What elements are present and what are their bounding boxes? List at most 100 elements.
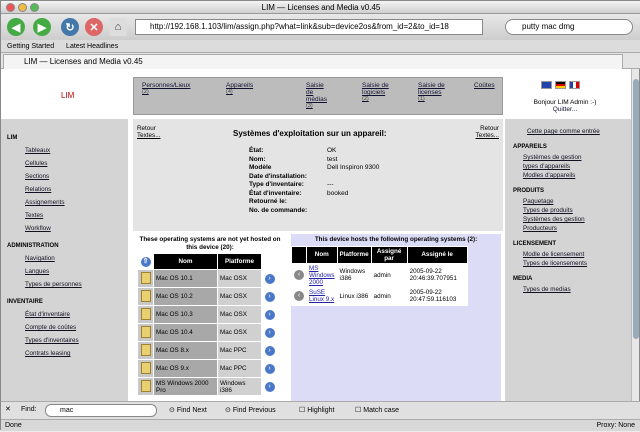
edit-icon[interactable] (137, 305, 154, 324)
home-page-link[interactable]: Cette page comme entrée (527, 127, 629, 136)
sidebar-link-cellules[interactable]: Cellules (25, 157, 122, 170)
sidebar-link-paquetage[interactable]: Paquetage (523, 197, 629, 206)
sidebar-link-relations[interactable]: Relations (25, 183, 122, 196)
nav-personnes-lieux[interactable]: Personnes/Lieux (2) (142, 82, 190, 96)
table-row: ‹ SuSE Linux 9.x Linux i386 admin 2005-09-22… (291, 286, 468, 306)
assign-arrow-icon[interactable]: › (261, 305, 278, 324)
sidebar-link-producteurs[interactable]: Producteurs (523, 224, 629, 233)
sidebar-link-etat-d-inventaire[interactable]: État d'inventaire (25, 308, 122, 321)
nav-saisie-medias[interactable]: Saisie de médias (3) (306, 82, 330, 110)
back-button[interactable]: ◀ (7, 18, 25, 36)
sidebar-link-tableaux[interactable]: Tableaux (25, 144, 122, 157)
table-row: Mac OS 10.4 Mac OSX › (137, 323, 278, 342)
bookmark-getting-started[interactable]: Getting Started (7, 43, 54, 50)
nav-saisie-logiciels[interactable]: Saisie de logiciels (2) (362, 82, 390, 103)
bookmark-latest-headlines[interactable]: Latest Headlines (66, 43, 118, 50)
unassign-arrow-icon[interactable]: ‹ (291, 262, 307, 288)
stop-button[interactable]: ✕ (85, 18, 103, 36)
edit-icon[interactable] (137, 359, 154, 378)
status-bar: Done Proxy: None (1, 419, 640, 431)
sidebar-link-types-de-licensements[interactable]: Types de licensements (523, 259, 629, 268)
sidebar-link-workflow[interactable]: Workflow (25, 222, 122, 235)
retour-right: Retour Textes... (475, 125, 499, 139)
field-label: No. de commande: (249, 206, 308, 214)
assign-arrow-icon[interactable]: › (261, 359, 278, 378)
search-field[interactable]: putty mac dmg (505, 19, 633, 35)
edit-icon[interactable] (137, 377, 154, 396)
field-label: État d'inventaire: (249, 189, 302, 197)
tab-bar: LIM — Licenses and Media v0.45 (1, 53, 640, 69)
textes-link-right[interactable]: Textes... (476, 132, 499, 139)
active-tab[interactable]: LIM — Licenses and Media v0.45 (3, 54, 623, 69)
table-row: ‹ MS Windows 2000 Windows i386 admin 2005-09… (291, 262, 468, 288)
os-name-link[interactable]: MS Windows 2000 (306, 262, 338, 288)
assign-arrow-icon[interactable]: › (261, 323, 278, 342)
assign-arrow-icon[interactable]: › (261, 377, 278, 396)
find-previous-button[interactable]: ⊙ Find Previous (225, 406, 276, 414)
assign-arrow-icon[interactable]: › (261, 269, 278, 288)
title-bar: LIM — Licenses and Media v0.45 (1, 1, 640, 14)
nav-saisie-licenses[interactable]: Saisie de licenses (1) (418, 82, 446, 103)
section-title: Inventaire (7, 299, 43, 305)
sidebar-link-systemes-des-gestion[interactable]: Systèmes des gestion (523, 215, 629, 224)
main-panel: Retour Textes... Retour Textes... Systèmes… (133, 119, 503, 401)
sidebar-link-types-de-personnes[interactable]: Types de personnes (25, 278, 122, 291)
table-row: Mac OS 10.3 Mac OSX › (137, 305, 278, 324)
flag-germany-icon[interactable] (555, 81, 566, 89)
sidebar-link-compte-de-coutes[interactable]: Compte de coûtes (25, 321, 122, 334)
os-name: Mac OS 9.x (153, 359, 218, 378)
sidebar-link-assignements[interactable]: Assignements (25, 196, 122, 209)
textes-link-left[interactable]: Textes... (137, 132, 160, 139)
sidebar-link-types-d-inventaires[interactable]: Types d'inventaires (25, 334, 122, 347)
os-name: Mac OS 10.4 (153, 323, 218, 342)
sidebar-link-langues[interactable]: Langues (25, 265, 122, 278)
scrollbar-thumb[interactable] (633, 79, 639, 339)
arrow-up-icon[interactable]: ⇧ (137, 253, 154, 270)
sidebar-link-navigation[interactable]: Navigation (25, 252, 122, 265)
os-name-link[interactable]: SuSE Linux 9.x (306, 286, 338, 306)
logout-link[interactable]: Quitter... (553, 106, 578, 113)
find-close-icon[interactable]: ✕ (5, 405, 11, 413)
nav-appareils[interactable]: Appareils (4) (226, 82, 253, 96)
sidebar-link-textes[interactable]: Textes (25, 209, 122, 222)
assign-arrow-icon[interactable]: › (261, 287, 278, 306)
minimize-window-button[interactable] (18, 3, 27, 12)
unassign-arrow-icon[interactable]: ‹ (291, 286, 307, 306)
reload-button[interactable]: ↻ (61, 18, 79, 36)
section-title: Produits (513, 188, 545, 194)
close-window-button[interactable] (6, 3, 15, 12)
vertical-scrollbar[interactable] (631, 69, 639, 401)
match-case-checkbox[interactable]: ☐ Match case (355, 406, 399, 414)
zoom-window-button[interactable] (30, 3, 39, 12)
nav-coutes[interactable]: Coûtes (474, 82, 495, 89)
edit-icon[interactable] (137, 287, 154, 306)
find-input[interactable]: mac (45, 404, 157, 417)
edit-icon[interactable] (137, 323, 154, 342)
forward-button[interactable]: ▶ (33, 18, 51, 36)
sidebar-link-contrats-leasing[interactable]: Contrats leasing (25, 347, 122, 360)
sidebar-link-modle-de-licensement[interactable]: Modle de licensement (523, 250, 629, 259)
sidebar-link-modles-d-appareils[interactable]: Modles d'appareils (523, 171, 629, 180)
home-button[interactable]: ⌂ (109, 18, 127, 36)
assigned-date: 2005-09-22 20:47:59.116103 (406, 286, 468, 306)
url-field[interactable]: http://192.168.1.103/lim/assign.php?what… (135, 19, 483, 35)
col-assigne-le: Assigné le (406, 245, 468, 264)
flag-france-icon[interactable] (569, 81, 580, 89)
highlight-checkbox[interactable]: ☐ Highlight (299, 406, 334, 414)
status-text: Done (5, 422, 22, 429)
lim-logo: LIM (61, 91, 75, 100)
assign-arrow-icon[interactable]: › (261, 341, 278, 360)
sidebar-link-sections[interactable]: Sections (25, 170, 122, 183)
sidebar-link-types-de-produits[interactable]: Types de produits (523, 206, 629, 215)
sidebar-link-types-d-appareils[interactable]: types d'appareils (523, 162, 629, 171)
sidebar-link-systemes-de-gestion[interactable]: Systèmes de gestion (523, 153, 629, 162)
sidebar-link-types-de-medias[interactable]: Types de medias (523, 285, 629, 294)
os-platform: Mac OSX (217, 323, 262, 342)
edit-icon[interactable] (137, 269, 154, 288)
os-name: Mac OS 10.1 (153, 269, 218, 288)
os-platform: Windows i386 (336, 262, 372, 288)
find-next-button[interactable]: ⊙ Find Next (169, 406, 207, 414)
flag-uk-icon[interactable] (541, 81, 552, 89)
edit-icon[interactable] (137, 341, 154, 360)
os-name: Mac OS 8.x (153, 341, 218, 360)
